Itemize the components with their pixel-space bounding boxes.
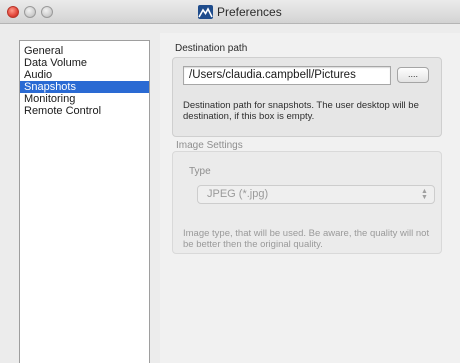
snapshots-settings-panel: Destination path /Users/claudia.campbell… [160,33,460,363]
window-title: Preferences [217,5,282,19]
sidebar-item-remote-control[interactable]: Remote Control [20,105,149,117]
preferences-category-list[interactable]: General Data Volume Audio Snapshots Moni… [19,40,150,363]
window-title-group: Preferences [198,3,282,21]
mountain-logo-icon [198,5,213,19]
browse-button[interactable]: .... [397,67,429,83]
type-label: Type [189,166,211,177]
destination-help-text-line-1: Destination path for snapshots. The user… [183,100,419,111]
close-window-button[interactable] [7,6,19,18]
minimize-window-button[interactable] [24,6,36,18]
image-type-select[interactable]: JPEG (*.jpg) ▲ ▼ [197,185,435,204]
image-type-value: JPEG (*.jpg) [207,188,269,200]
updown-arrows-icon: ▲ ▼ [421,188,428,201]
image-type-help-text-line-1: Image type, that will be used. Be aware,… [183,228,430,239]
sidebar-item-data-volume[interactable]: Data Volume [20,57,149,69]
destination-path-input[interactable]: /Users/claudia.campbell/Pictures [183,66,391,85]
image-settings-section-label: Image Settings [176,140,243,151]
preferences-window: Preferences General Data Volume Audio Sn… [0,0,460,363]
image-settings-group: Type JPEG (*.jpg) ▲ ▼ Image type, that wi… [172,151,442,254]
sidebar-item-audio[interactable]: Audio [20,69,149,81]
sidebar-item-general[interactable]: General [20,45,149,57]
sidebar-item-monitoring[interactable]: Monitoring [20,93,149,105]
destination-path-group: /Users/claudia.campbell/Pictures .... De… [172,57,442,137]
destination-help-text-line-2: destination, if this box is empty. [183,111,315,122]
destination-path-section-label: Destination path [175,43,248,54]
image-type-help-text-line-2: be better then the original quality. [183,239,323,250]
zoom-window-button[interactable] [41,6,53,18]
sidebar-item-snapshots[interactable]: Snapshots [20,81,149,93]
title-bar[interactable]: Preferences [0,0,460,24]
